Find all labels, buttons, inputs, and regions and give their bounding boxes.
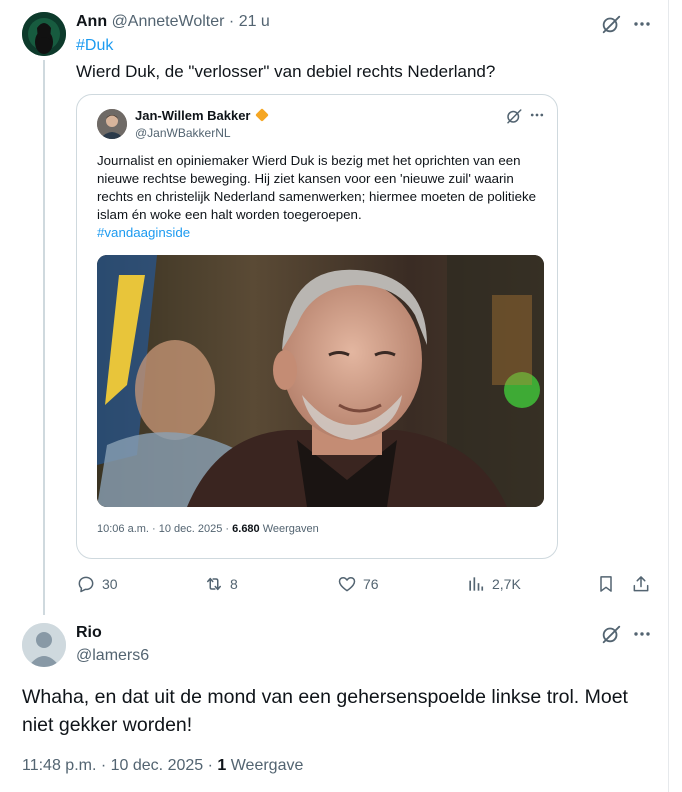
quoted-tweet-meta: 10:06 a.m. · 10 dec. 2025 · 6.680 Weerga… bbox=[97, 523, 319, 535]
tweet-text: Wierd Duk, de "verlosser" van debiel rec… bbox=[76, 62, 496, 81]
quoted-views-count: 6.680 bbox=[232, 523, 260, 535]
bookmark-icon bbox=[600, 576, 612, 592]
reply-views-label: Weergave bbox=[226, 757, 304, 774]
hashtag-link[interactable]: #Duk bbox=[76, 37, 113, 55]
share-button[interactable] bbox=[631, 574, 651, 594]
reply-time[interactable]: 11:48 p.m. · 10 dec. 2025 · bbox=[22, 757, 217, 774]
share-icon bbox=[633, 576, 649, 592]
like-button[interactable]: 76 bbox=[337, 574, 379, 594]
quoted-tweet-text: Journalist en opiniemaker Wierd Duk is b… bbox=[97, 153, 537, 222]
thread-line bbox=[43, 60, 45, 615]
reply-grok-icon[interactable] bbox=[600, 623, 622, 645]
quoted-author-handle[interactable]: @JanWBakkerNL bbox=[135, 126, 231, 140]
author-avatar[interactable] bbox=[22, 12, 66, 56]
quoted-tweet-card[interactable]: Jan-Willem Bakker @JanWBakkerNL Journali… bbox=[76, 94, 558, 559]
separator-dot: · bbox=[228, 13, 235, 30]
tweet-header: Ann @AnneteWolter · 21 u bbox=[76, 12, 270, 32]
quoted-author-avatar[interactable] bbox=[97, 109, 127, 139]
reply-meta: 11:48 p.m. · 10 dec. 2025 · 1 Weergave bbox=[22, 757, 303, 775]
quoted-tweet-photo[interactable] bbox=[97, 255, 544, 507]
reply-author-name[interactable]: Rio bbox=[76, 624, 102, 642]
author-name[interactable]: Ann bbox=[76, 13, 107, 30]
reply-more-icon[interactable] bbox=[632, 624, 652, 644]
quoted-more-icon[interactable] bbox=[529, 107, 545, 123]
quoted-grok-icon[interactable] bbox=[505, 107, 523, 125]
reply-count: 30 bbox=[102, 576, 118, 592]
quoted-author-name-text: Jan-Willem Bakker bbox=[135, 108, 251, 123]
reply-author-avatar[interactable] bbox=[22, 623, 66, 667]
bookmark-button[interactable] bbox=[596, 574, 616, 594]
reply-views-count: 1 bbox=[217, 757, 227, 774]
repost-count: 8 bbox=[230, 576, 238, 592]
views-button[interactable]: 2,7K bbox=[466, 574, 521, 594]
quoted-author-name[interactable]: Jan-Willem Bakker bbox=[135, 108, 269, 123]
more-icon[interactable] bbox=[632, 14, 652, 34]
author-handle[interactable]: @AnneteWolter bbox=[112, 13, 225, 30]
reply-button[interactable]: 30 bbox=[76, 574, 118, 594]
like-count: 76 bbox=[363, 576, 379, 592]
reply-text: Whaha, en dat uit de mond van een gehers… bbox=[22, 686, 628, 736]
verified-badge-icon bbox=[254, 108, 269, 122]
reply-author-handle[interactable]: @lamers6 bbox=[76, 647, 149, 665]
quoted-tweet-time[interactable]: 10:06 a.m. · 10 dec. 2025 · bbox=[97, 523, 232, 535]
repost-icon bbox=[207, 577, 221, 591]
views-count: 2,7K bbox=[492, 576, 521, 592]
reply-icon bbox=[78, 576, 94, 593]
tweet-time[interactable]: 21 u bbox=[239, 13, 270, 30]
quoted-views-label: Weergaven bbox=[259, 523, 319, 535]
views-icon bbox=[469, 577, 484, 591]
repost-button[interactable]: 8 bbox=[204, 574, 238, 594]
grok-icon[interactable] bbox=[600, 13, 622, 35]
like-icon bbox=[338, 577, 356, 592]
quoted-hashtag-link[interactable]: #vandaaginside bbox=[97, 225, 190, 240]
